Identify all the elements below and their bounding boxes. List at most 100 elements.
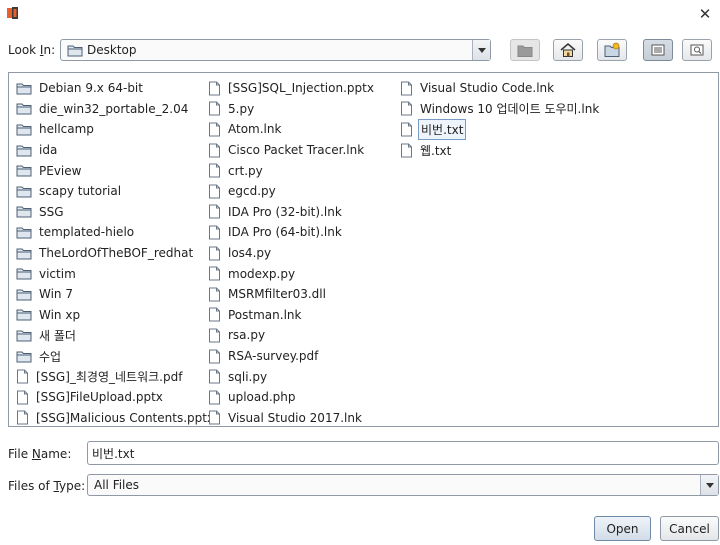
folder-item[interactable]: Win 7 xyxy=(16,284,216,305)
file-icon xyxy=(17,410,28,425)
file-item[interactable]: modexp.py xyxy=(208,263,376,284)
item-label: IDA Pro (32-bit).lnk xyxy=(228,204,342,219)
file-item[interactable]: Postman.lnk xyxy=(208,305,376,326)
folder-item[interactable]: templated-hielo xyxy=(16,222,216,243)
item-label: MSRMfilter03.dll xyxy=(228,287,326,302)
file-icon xyxy=(17,369,28,384)
item-label: [SSG]_최경영_네트워크.pdf xyxy=(36,370,183,385)
file-item[interactable]: IDA Pro (32-bit).lnk xyxy=(208,202,376,223)
list-view-button[interactable] xyxy=(643,39,673,61)
item-label: TheLordOfTheBOF_redhat xyxy=(39,246,194,261)
look-in-dropdown-arrow[interactable] xyxy=(472,40,490,60)
file-item[interactable]: upload.php xyxy=(208,387,376,408)
folder-icon xyxy=(67,45,83,56)
file-item[interactable]: 비번.txt xyxy=(400,118,601,140)
file-item[interactable]: rsa.py xyxy=(208,325,376,346)
up-folder-icon xyxy=(517,45,533,57)
file-icon xyxy=(209,246,220,261)
item-label: scapy tutorial xyxy=(39,184,122,199)
file-icon xyxy=(209,225,220,240)
file-name-input[interactable] xyxy=(87,441,719,465)
file-icon xyxy=(209,266,220,281)
file-icon xyxy=(209,81,220,96)
folder-item[interactable]: SSG xyxy=(16,202,216,223)
close-button[interactable]: ✕ xyxy=(690,0,720,28)
files-of-type-combo[interactable]: All Files xyxy=(87,474,719,496)
folder-icon xyxy=(16,330,32,342)
java-app-icon xyxy=(7,7,18,19)
item-label: hellcamp xyxy=(39,122,94,137)
folder-icon xyxy=(16,309,32,321)
file-icon xyxy=(209,307,220,322)
item-label: Debian 9.x 64-bit xyxy=(39,81,143,96)
open-button[interactable]: Open xyxy=(594,516,651,541)
file-item[interactable]: los4.py xyxy=(208,243,376,264)
file-item[interactable]: RSA-survey.pdf xyxy=(208,346,376,367)
folder-icon xyxy=(16,103,32,115)
create-new-folder-button[interactable] xyxy=(597,39,627,61)
new-folder-icon xyxy=(604,42,620,57)
file-item[interactable]: sqli.py xyxy=(208,366,376,387)
folder-item[interactable]: TheLordOfTheBOF_redhat xyxy=(16,243,216,264)
file-icon xyxy=(209,287,220,302)
home-button[interactable] xyxy=(553,39,583,61)
file-icon xyxy=(401,122,412,137)
folder-item[interactable]: 수업 xyxy=(16,346,216,367)
file-item[interactable]: Cisco Packet Tracer.lnk xyxy=(208,140,376,161)
file-icon xyxy=(209,349,220,364)
file-icon xyxy=(209,204,220,219)
file-list[interactable]: Debian 9.x 64-bit die_win32_portable_2.04… xyxy=(8,72,719,427)
folder-item[interactable]: die_win32_portable_2.04 xyxy=(16,99,216,120)
file-item[interactable]: egcd.py xyxy=(208,181,376,202)
files-of-type-dropdown-arrow[interactable] xyxy=(700,475,718,495)
file-item[interactable]: Visual Studio Code.lnk xyxy=(400,78,601,99)
files-of-type-label: Files of Type: xyxy=(8,479,86,493)
folder-item[interactable]: 새 폴더 xyxy=(16,325,216,346)
file-list-column-3: Visual Studio Code.lnk Windows 10 업데이트 도우… xyxy=(400,78,601,160)
folder-icon xyxy=(16,165,32,177)
folder-item[interactable]: victim xyxy=(16,263,216,284)
file-item[interactable]: Visual Studio 2017.lnk xyxy=(208,408,376,429)
file-item[interactable]: crt.py xyxy=(208,160,376,181)
file-item[interactable]: 5.py xyxy=(208,99,376,120)
folder-item[interactable]: Debian 9.x 64-bit xyxy=(16,78,216,99)
file-item[interactable]: Atom.lnk xyxy=(208,119,376,140)
item-label: Windows 10 업데이트 도우미.lnk xyxy=(420,102,600,117)
look-in-label: Look In: xyxy=(8,43,56,57)
file-item[interactable]: [SSG]FileUpload.pptx xyxy=(16,387,216,408)
file-item[interactable]: IDA Pro (64-bit).lnk xyxy=(208,222,376,243)
look-in-value: Desktop xyxy=(87,43,137,57)
cancel-button[interactable]: Cancel xyxy=(660,516,719,541)
file-item[interactable]: MSRMfilter03.dll xyxy=(208,284,376,305)
home-icon xyxy=(560,43,576,57)
file-list-column-1: Debian 9.x 64-bit die_win32_portable_2.04… xyxy=(16,78,216,428)
item-label: IDA Pro (64-bit).lnk xyxy=(228,225,342,240)
folder-item[interactable]: scapy tutorial xyxy=(16,181,216,202)
file-item[interactable]: 웹.txt xyxy=(400,140,601,161)
file-icon xyxy=(209,390,220,405)
folder-item[interactable]: hellcamp xyxy=(16,119,216,140)
file-icon xyxy=(209,101,220,116)
file-item[interactable]: Windows 10 업데이트 도우미.lnk xyxy=(400,99,601,120)
files-of-type-value: All Files xyxy=(94,478,140,492)
item-label: Win 7 xyxy=(39,287,73,302)
file-item[interactable]: [SSG]Malicious Contents.pptx xyxy=(16,408,216,429)
folder-item[interactable]: PEview xyxy=(16,160,216,181)
file-icon xyxy=(401,143,412,158)
list-view-icon xyxy=(651,44,665,56)
details-view-button[interactable] xyxy=(682,39,712,61)
folder-icon xyxy=(16,124,32,136)
file-icon xyxy=(401,101,412,116)
folder-icon xyxy=(16,289,32,301)
look-in-combo[interactable]: Desktop xyxy=(60,39,491,61)
item-label: Visual Studio 2017.lnk xyxy=(228,410,362,425)
item-label: 비번.txt xyxy=(418,118,467,140)
file-item[interactable]: [SSG]SQL_Injection.pptx xyxy=(208,78,376,99)
item-label: Win xp xyxy=(39,307,81,322)
folder-icon xyxy=(16,351,32,363)
folder-item[interactable]: Win xp xyxy=(16,305,216,326)
file-item[interactable]: [SSG]_최경영_네트워크.pdf xyxy=(16,366,216,387)
folder-item[interactable]: ida xyxy=(16,140,216,161)
file-icon xyxy=(17,390,28,405)
up-one-level-button[interactable] xyxy=(510,39,540,61)
